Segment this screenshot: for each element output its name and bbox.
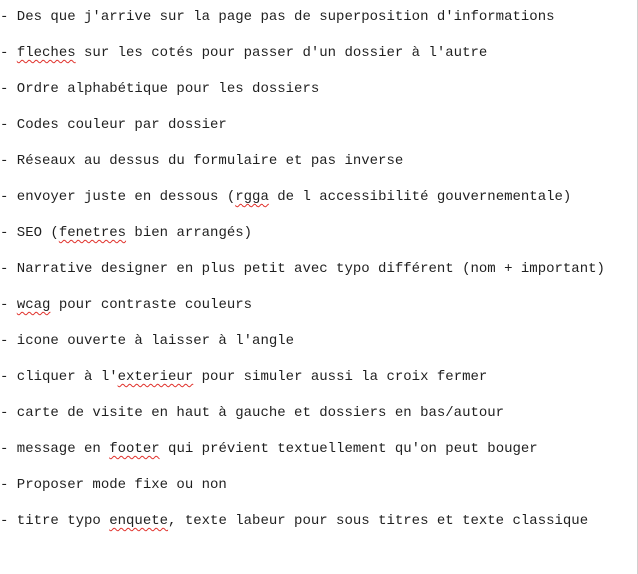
note-text: - carte de visite en haut à gauche et do… <box>0 405 505 421</box>
note-text: - icone ouverte à laisser à l'angle <box>0 333 295 349</box>
note-text: - Ordre alphabétique pour les dossiers <box>0 81 320 97</box>
misspelled-word: wcag <box>16 297 51 313</box>
note-line[interactable]: - cliquer à l'exterieur pour simuler aus… <box>0 366 638 402</box>
note-line[interactable]: - Narrative designer en plus petit avec … <box>0 258 638 294</box>
note-text: - Proposer mode fixe ou non <box>0 477 227 493</box>
misspelled-word: rgga <box>235 189 269 205</box>
misspelled-word: enquete <box>109 513 169 529</box>
note-line[interactable]: - message en footer qui prévient textuel… <box>0 438 638 474</box>
misspelled-word: footer <box>109 441 160 457</box>
note-text: - <box>0 297 17 313</box>
note-line[interactable]: - icone ouverte à laisser à l'angle <box>0 330 638 366</box>
note-text: - message en <box>0 441 110 457</box>
note-text: de l accessibilité gouvernementale) <box>268 189 572 205</box>
note-line[interactable]: - fleches sur les cotés pour passer d'un… <box>0 42 638 78</box>
note-line[interactable]: - titre typo enquete, texte labeur pour … <box>0 510 638 546</box>
note-text: qui prévient textuellement qu'on peut bo… <box>159 441 538 457</box>
note-line[interactable]: - envoyer juste en dessous (rgga de l ac… <box>0 186 638 222</box>
note-line[interactable]: - SEO (fenetres bien arrangés) <box>0 222 638 258</box>
note-line[interactable]: - wcag pour contraste couleurs <box>0 294 638 330</box>
note-text: - SEO ( <box>0 225 59 241</box>
note-line[interactable]: - Codes couleur par dossier <box>0 114 638 150</box>
note-text: - Narrative designer en plus petit avec … <box>0 261 605 277</box>
misspelled-word: exterieur <box>117 369 194 385</box>
note-text: - cliquer à l' <box>0 369 118 385</box>
note-text: - Des que j'arrive sur la page pas de su… <box>0 9 555 25</box>
note-text: - titre typo <box>0 513 110 529</box>
note-text: sur les cotés pour passer d'un dossier à… <box>75 45 488 61</box>
note-text: - Codes couleur par dossier <box>0 117 227 133</box>
notes-document[interactable]: - Des que j'arrive sur la page pas de su… <box>0 6 638 546</box>
note-text: - <box>0 45 17 61</box>
note-text: pour contraste couleurs <box>50 297 253 313</box>
note-text: - Réseaux au dessus du formulaire et pas… <box>0 153 404 169</box>
misspelled-word: fleches <box>16 45 76 61</box>
misspelled-word: fenetres <box>58 225 127 241</box>
note-line[interactable]: - Proposer mode fixe ou non <box>0 474 638 510</box>
note-line[interactable]: - Des que j'arrive sur la page pas de su… <box>0 6 638 42</box>
note-line[interactable]: - Réseaux au dessus du formulaire et pas… <box>0 150 638 186</box>
note-text: pour simuler aussi la croix fermer <box>193 369 488 385</box>
note-text: - envoyer juste en dessous ( <box>0 189 236 205</box>
note-text: , texte labeur pour sous titres et texte… <box>168 513 589 529</box>
note-line[interactable]: - carte de visite en haut à gauche et do… <box>0 402 638 438</box>
note-text: bien arrangés) <box>126 225 253 241</box>
note-line[interactable]: - Ordre alphabétique pour les dossiers <box>0 78 638 114</box>
